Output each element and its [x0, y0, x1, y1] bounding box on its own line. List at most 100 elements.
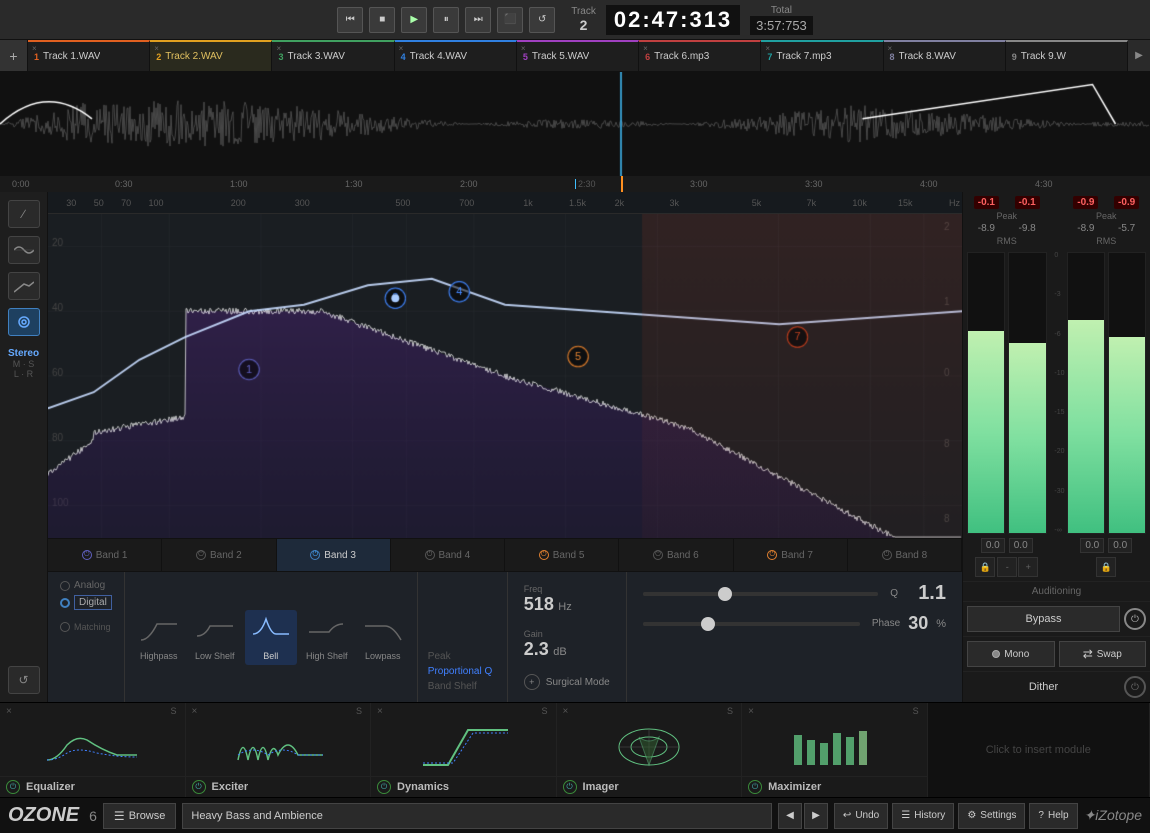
browse-button[interactable]: ☰ Browse	[103, 803, 176, 829]
undo-button[interactable]: ↩ Undo	[834, 803, 888, 829]
track-tab-7[interactable]: × 7 Track 7.mp3	[761, 40, 883, 71]
preset-prev-button[interactable]: ◀	[778, 803, 802, 829]
highshelf-shape[interactable]: High Shelf	[301, 610, 353, 665]
track-tab-5[interactable]: × 5 Track 5.WAV	[517, 40, 639, 71]
matching-option[interactable]: Matching	[60, 622, 112, 632]
module-imager-power[interactable]: ⏻	[563, 780, 577, 794]
eq-graph-canvas[interactable]	[48, 214, 962, 538]
band-3-power[interactable]: ⏻	[310, 550, 320, 560]
module-dynamics-opt[interactable]: S	[542, 706, 548, 716]
analog-filter-option[interactable]: Analog	[60, 580, 112, 591]
preset-next-button[interactable]: ▶	[804, 803, 828, 829]
eq-band-tab-3[interactable]: ⏻ Band 3	[277, 539, 391, 571]
track-tab-8[interactable]: × 8 Track 8.WAV	[884, 40, 1006, 71]
band-5-power[interactable]: ⏻	[539, 550, 549, 560]
eq-band-tab-7[interactable]: ⏻ Band 7	[734, 539, 848, 571]
eq-tool-spectrum[interactable]	[8, 272, 40, 300]
eq-tool-pen[interactable]: ∕	[8, 200, 40, 228]
swap-button[interactable]: ⇄ Swap	[1059, 641, 1147, 667]
phase-slider-thumb[interactable]	[701, 617, 715, 631]
module-exciter-opt[interactable]: S	[356, 706, 362, 716]
module-eq-power[interactable]: ⏻	[6, 780, 20, 794]
tab-close-5[interactable]: ×	[521, 44, 526, 53]
tab-close-2[interactable]: ×	[154, 44, 159, 53]
band-1-power[interactable]: ⏻	[82, 550, 92, 560]
eq-band-tab-5[interactable]: ⏻ Band 5	[505, 539, 619, 571]
matching-radio[interactable]	[60, 622, 70, 632]
help-button[interactable]: ? Help	[1029, 803, 1077, 829]
meter-lock-l1[interactable]: 🔒	[975, 557, 995, 577]
meter-plus[interactable]: +	[1018, 557, 1038, 577]
tab-close-3[interactable]: ×	[276, 44, 281, 53]
record-to-track-button[interactable]: ⬛	[497, 7, 523, 33]
module-maximizer-power[interactable]: ⏻	[748, 780, 762, 794]
surgical-mode-toggle[interactable]: + Surgical Mode	[524, 674, 610, 690]
bypass-power-icon[interactable]: ⏻	[1124, 608, 1146, 630]
track-tabs-scroll-right[interactable]: ▶	[1128, 40, 1150, 71]
band-7-power[interactable]: ⏻	[767, 550, 777, 560]
rewind-button[interactable]: ⏮	[337, 7, 363, 33]
module-maximizer-close[interactable]: ×	[748, 706, 754, 717]
module-dynamics-close[interactable]: ×	[377, 706, 383, 717]
digital-radio[interactable]	[60, 598, 70, 608]
fast-forward-button[interactable]: ⏭	[465, 7, 491, 33]
proportional-q-subtype[interactable]: Proportional Q	[424, 664, 501, 679]
track-tab-3[interactable]: × 3 Track 3.WAV	[272, 40, 394, 71]
band-6-power[interactable]: ⏻	[653, 550, 663, 560]
phase-slider[interactable]	[643, 622, 860, 626]
preset-name-input[interactable]	[182, 803, 772, 829]
track-tab-2[interactable]: × 2 Track 2.WAV	[150, 40, 272, 71]
module-exciter-close[interactable]: ×	[192, 706, 198, 717]
waveform-canvas[interactable]	[0, 72, 1150, 176]
loop-button[interactable]: ↺	[529, 7, 555, 33]
tab-close-4[interactable]: ×	[399, 44, 404, 53]
peak-subtype[interactable]: Peak	[424, 649, 501, 664]
module-eq-close[interactable]: ×	[6, 706, 12, 717]
band-2-power[interactable]: ⏻	[196, 550, 206, 560]
lowpass-shape[interactable]: Lowpass	[357, 610, 409, 665]
dither-power-button[interactable]: ⏻	[1124, 676, 1146, 698]
pause-button[interactable]: ⏸	[433, 7, 459, 33]
band-shelf-subtype[interactable]: Band Shelf	[424, 679, 501, 694]
highpass-shape[interactable]: Highpass	[133, 610, 185, 665]
module-imager-opt[interactable]: S	[727, 706, 733, 716]
mono-button[interactable]: Mono	[967, 641, 1055, 667]
tab-close-7[interactable]: ×	[765, 44, 770, 53]
bypass-button[interactable]: Bypass	[967, 606, 1120, 632]
track-tab-9[interactable]: 9 Track 9.W	[1006, 40, 1128, 71]
track-tab-1[interactable]: × 1 Track 1.WAV	[28, 40, 150, 71]
lowshelf-shape[interactable]: Low Shelf	[189, 610, 241, 665]
meter-lock-r1[interactable]: 🔒	[1096, 557, 1116, 577]
eq-canvas-area[interactable]	[48, 214, 962, 538]
module-exciter-power[interactable]: ⏻	[192, 780, 206, 794]
tab-close-6[interactable]: ×	[643, 44, 648, 53]
module-imager-close[interactable]: ×	[563, 706, 569, 717]
q-slider[interactable]	[643, 592, 879, 596]
stop-button[interactable]: ■	[369, 7, 395, 33]
band-4-power[interactable]: ⏻	[425, 550, 435, 560]
track-tab-6[interactable]: × 6 Track 6.mp3	[639, 40, 761, 71]
settings-button[interactable]: ⚙ Settings	[958, 803, 1025, 829]
eq-tool-reset[interactable]: ↺	[8, 666, 40, 694]
eq-band-tab-4[interactable]: ⏻ Band 4	[391, 539, 505, 571]
eq-tool-wave[interactable]	[8, 236, 40, 264]
module-maximizer-opt-s[interactable]: S	[913, 706, 919, 716]
eq-band-tab-8[interactable]: ⏻ Band 8	[848, 539, 962, 571]
module-insert-area[interactable]: Click to insert module	[928, 703, 1150, 797]
track-tab-4[interactable]: × 4 Track 4.WAV	[395, 40, 517, 71]
module-dynamics-power[interactable]: ⏻	[377, 780, 391, 794]
meter-minus[interactable]: -	[997, 557, 1017, 577]
eq-tool-stereo[interactable]	[8, 308, 40, 336]
history-button[interactable]: ☰ History	[892, 803, 954, 829]
q-slider-thumb[interactable]	[718, 587, 732, 601]
add-track-button[interactable]: +	[0, 40, 28, 71]
eq-band-tab-2[interactable]: ⏻ Band 2	[162, 539, 276, 571]
analog-radio[interactable]	[60, 581, 70, 591]
play-button[interactable]: ▶	[401, 7, 427, 33]
bell-shape[interactable]: Bell	[245, 610, 297, 665]
eq-band-tab-6[interactable]: ⏻ Band 6	[619, 539, 733, 571]
tab-close-1[interactable]: ×	[32, 44, 37, 53]
band-8-power[interactable]: ⏻	[882, 550, 892, 560]
eq-band-tab-1[interactable]: ⏻ Band 1	[48, 539, 162, 571]
module-eq-opt-s[interactable]: S	[171, 706, 177, 716]
